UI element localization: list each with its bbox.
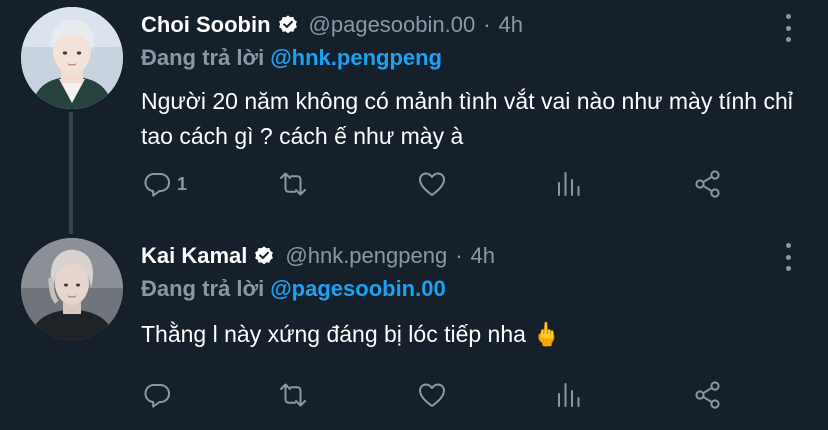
replying-to-label: Đang trả lời [141, 276, 265, 301]
like-button[interactable] [416, 167, 448, 201]
author-name[interactable]: Kai Kamal [141, 243, 247, 269]
verified-badge-icon [253, 245, 275, 267]
tweet-header: Choi Soobin @pagesoobin.00 · 4h [141, 12, 523, 38]
reply-button[interactable] [141, 378, 177, 412]
verified-badge-icon [277, 14, 299, 36]
tweet-actions [141, 378, 741, 412]
share-button[interactable] [692, 378, 724, 412]
tweet[interactable]: Kai Kamal @hnk.pengpeng · 4h Đang trả lờ… [0, 215, 828, 430]
analytics-icon [558, 383, 580, 407]
separator-dot: · [483, 12, 491, 37]
tweet-thread: Choi Soobin @pagesoobin.00 · 4h Đang trả… [0, 0, 828, 430]
share-icon [695, 170, 720, 198]
retweet-icon [280, 172, 306, 196]
more-icon[interactable] [778, 14, 798, 42]
reply-mention-link[interactable]: @hnk.pengpeng [270, 45, 442, 70]
retweet-button[interactable] [277, 167, 309, 201]
tweet-actions: 1 [141, 167, 741, 201]
share-icon [695, 381, 720, 409]
author-name[interactable]: Choi Soobin [141, 12, 271, 38]
analytics-button[interactable] [554, 378, 586, 412]
tweet-time[interactable]: 4h [499, 12, 523, 38]
tweet-header: Kai Kamal @hnk.pengpeng · 4h [141, 243, 495, 269]
author-handle[interactable]: @hnk.pengpeng [285, 243, 447, 269]
reply-icon [144, 384, 170, 408]
replying-to: Đang trả lời @pagesoobin.00 [141, 276, 446, 302]
share-button[interactable] [692, 167, 724, 201]
like-button[interactable] [416, 378, 448, 412]
analytics-icon [558, 172, 580, 196]
tweet-time[interactable]: 4h [471, 243, 495, 269]
reply-button[interactable]: 1 [141, 167, 187, 201]
like-icon [419, 383, 445, 407]
analytics-button[interactable] [554, 167, 586, 201]
more-icon[interactable] [778, 243, 798, 271]
reply-count: 1 [177, 173, 188, 194]
separator-dot: · [455, 243, 463, 268]
tweet[interactable]: Choi Soobin @pagesoobin.00 · 4h Đang trả… [0, 0, 828, 215]
reply-mention-link[interactable]: @pagesoobin.00 [270, 276, 445, 301]
avatar[interactable] [21, 238, 123, 340]
replying-to-label: Đang trả lời [141, 45, 265, 70]
avatar[interactable] [21, 7, 123, 109]
tweet-text: Người 20 năm không có mảnh tình vắt vai … [141, 88, 793, 149]
author-handle[interactable]: @pagesoobin.00 [309, 12, 476, 38]
reply-icon [144, 173, 170, 197]
retweet-icon [280, 383, 306, 407]
tweet-text: Thằng l này xứng đáng bị lóc tiếp nha 🖕 [141, 321, 561, 347]
replying-to: Đang trả lời @hnk.pengpeng [141, 45, 442, 71]
retweet-button[interactable] [277, 378, 309, 412]
like-icon [419, 172, 445, 196]
